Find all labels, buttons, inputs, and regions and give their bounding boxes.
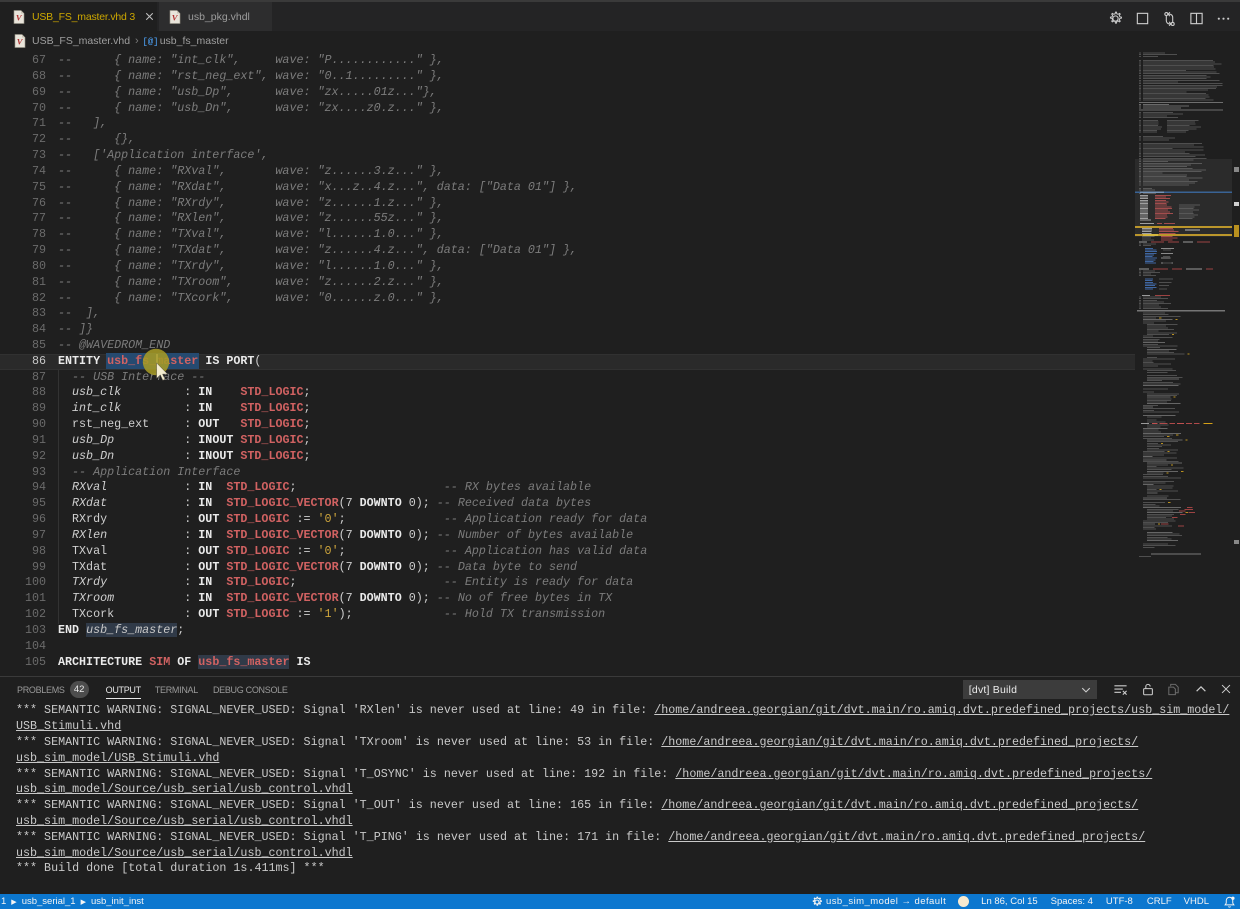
svg-text:[@]: [@] (144, 37, 157, 46)
